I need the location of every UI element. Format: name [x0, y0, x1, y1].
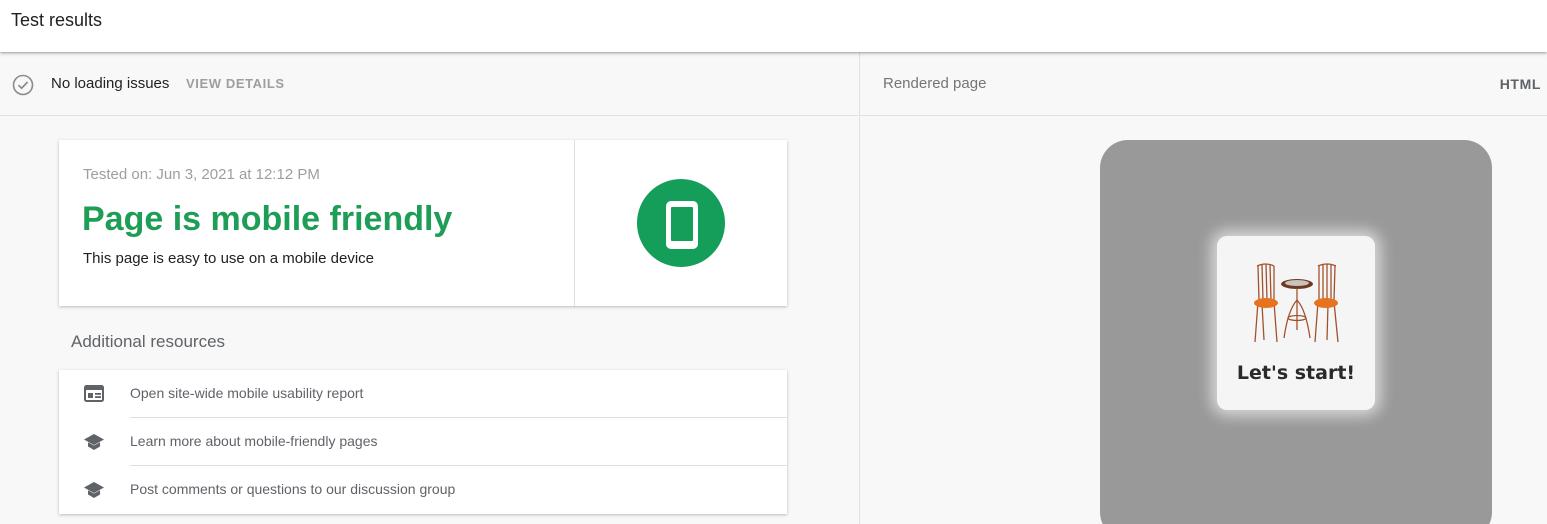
resource-usability-report[interactable]: Open site-wide mobile usability report [59, 370, 787, 418]
verdict-description: This page is easy to use on a mobile dev… [83, 250, 374, 267]
loading-status-text: No loading issues [51, 75, 170, 92]
bistro-chairs-image [1254, 263, 1339, 343]
smartphone-icon [666, 201, 698, 249]
resources-list: Open site-wide mobile usability report L… [59, 370, 787, 514]
resource-learn-more[interactable]: Learn more about mobile-friendly pages [59, 418, 787, 466]
card-divider [574, 140, 575, 306]
status-bar: No loading issues VIEW DETAILS [0, 52, 858, 116]
web-report-icon [84, 385, 104, 402]
device-preview-frame: Let's start! [1100, 140, 1492, 524]
page-title: Test results [11, 10, 103, 30]
tested-on-timestamp: Tested on: Jun 3, 2021 at 12:12 PM [83, 166, 320, 183]
resource-label: Open site-wide mobile usability report [130, 385, 364, 401]
view-details-button[interactable]: VIEW DETAILS [186, 76, 285, 91]
resource-label: Post comments or questions to our discus… [130, 481, 456, 497]
resources-heading: Additional resources [71, 332, 226, 351]
rendered-page-label: Rendered page [883, 75, 987, 92]
result-card: Tested on: Jun 3, 2021 at 12:12 PM Page … [59, 140, 787, 306]
graduation-cap-icon [84, 482, 104, 498]
preview-heading: Let's start! [1236, 362, 1356, 384]
html-tab[interactable]: HTML [1500, 76, 1541, 92]
check-circle-icon [12, 74, 34, 96]
results-panel: No loading issues VIEW DETAILS Tested on… [0, 52, 858, 524]
resource-discussion-group[interactable]: Post comments or questions to our discus… [59, 466, 787, 514]
resource-label: Learn more about mobile-friendly pages [130, 433, 378, 449]
preview-card: Let's start! [1217, 236, 1375, 410]
mobile-friendly-badge [637, 179, 725, 267]
graduation-cap-icon [84, 434, 104, 450]
verdict-heading: Page is mobile friendly [82, 200, 453, 238]
header-bar: Test results [0, 0, 1547, 52]
rendered-page-bar: Rendered page HTML [860, 52, 1547, 116]
rendered-page-panel: Rendered page HTML Let's start! [859, 52, 1547, 524]
